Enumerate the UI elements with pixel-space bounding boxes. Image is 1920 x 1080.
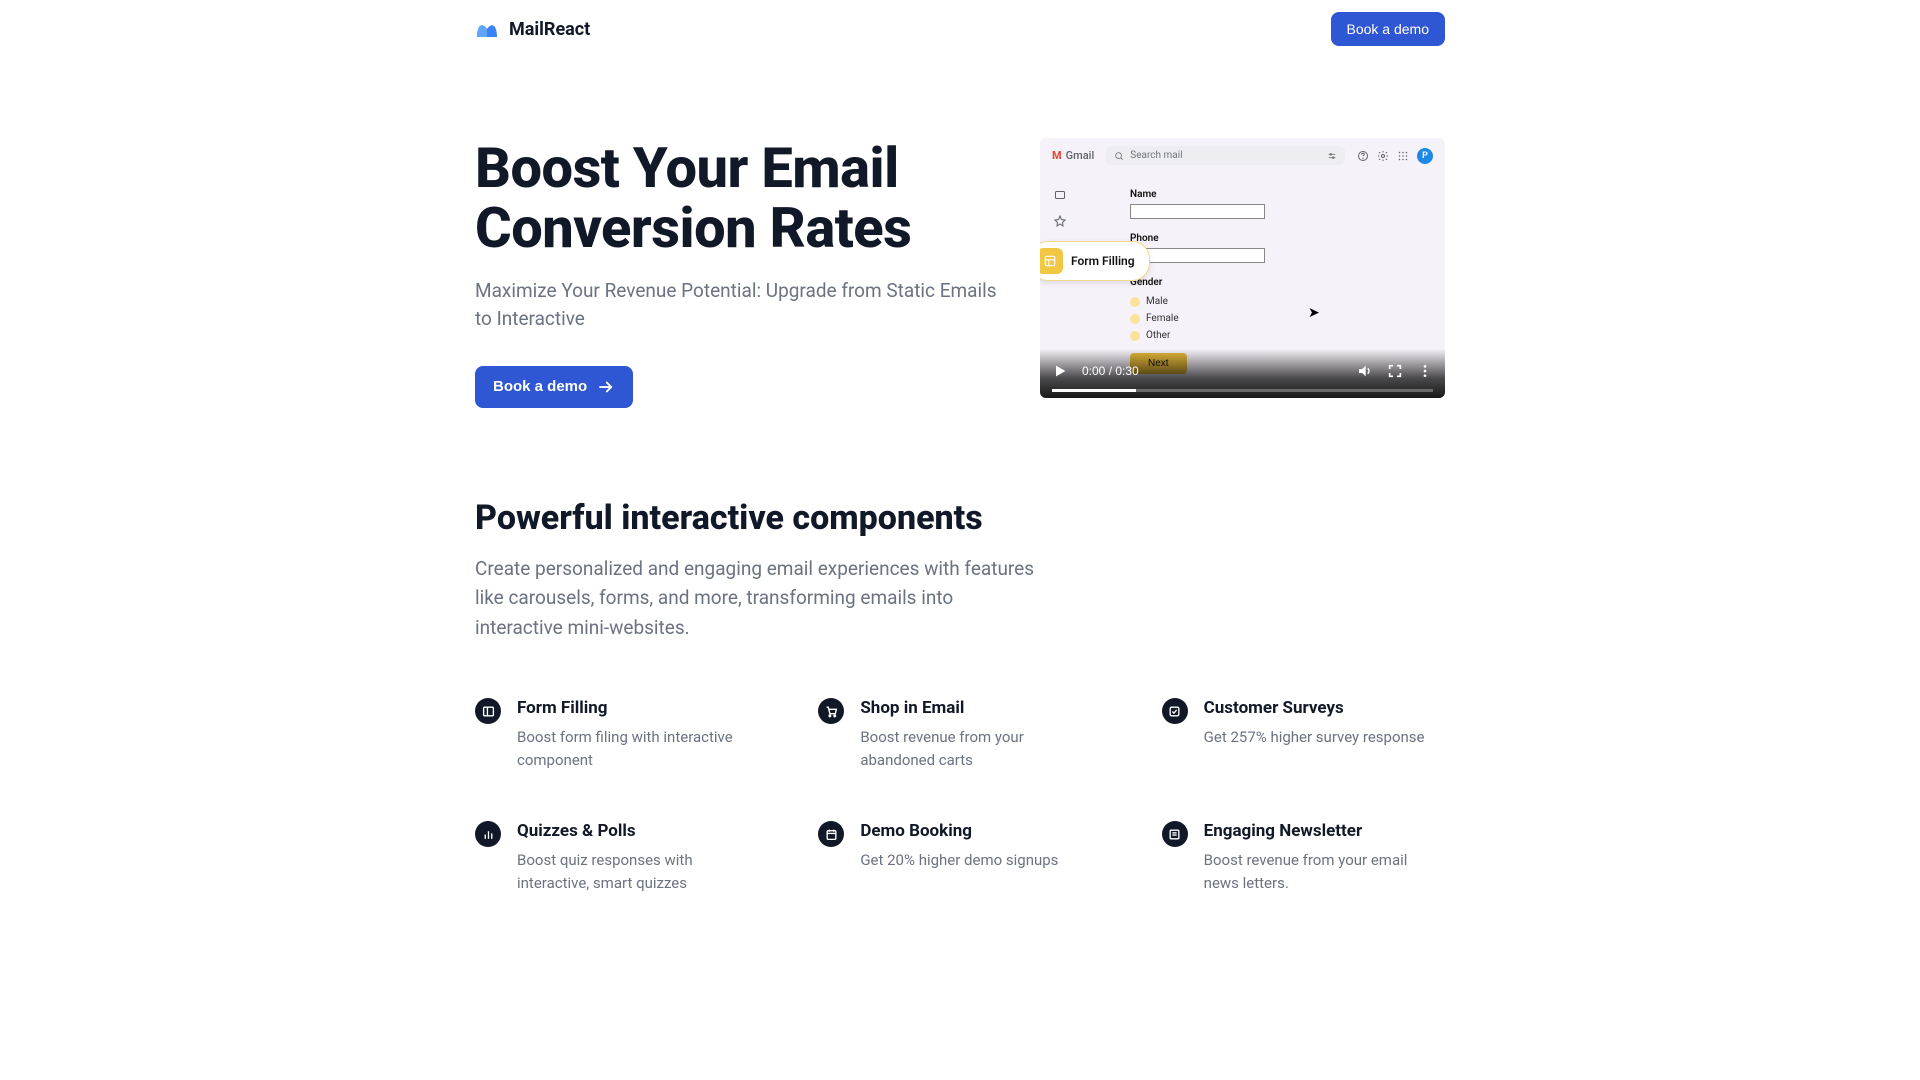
feature-form-filling: Form Filling Boost form filing with inte… xyxy=(475,698,758,771)
feature-surveys: Customer Surveys Get 257% higher survey … xyxy=(1162,698,1445,771)
radio-female: Female xyxy=(1130,313,1421,324)
feature-desc: Boost revenue from your abandoned carts xyxy=(860,726,1101,771)
feature-desc: Boost quiz responses with interactive, s… xyxy=(517,849,758,894)
newspaper-icon xyxy=(1168,828,1181,841)
navbar: MailReact Book a demo xyxy=(475,0,1445,58)
book-demo-button-hero[interactable]: Book a demo xyxy=(475,366,633,408)
help-icon xyxy=(1357,150,1369,162)
feature-newsletter: Engaging Newsletter Boost revenue from y… xyxy=(1162,821,1445,894)
video-progress[interactable] xyxy=(1052,389,1433,392)
cursor-icon: ➤ xyxy=(1308,305,1320,321)
feature-desc: Get 20% higher demo signups xyxy=(860,849,1058,872)
hero-title: Boost Your Email Conversion Rates xyxy=(475,138,1000,259)
radio-male: Male xyxy=(1130,296,1421,307)
hero-cta-label: Book a demo xyxy=(493,378,587,395)
feature-desc: Boost form filing with interactive compo… xyxy=(517,726,758,771)
form-icon xyxy=(1043,254,1057,268)
calendar-icon xyxy=(825,828,838,841)
feature-title: Demo Booking xyxy=(860,821,1058,841)
book-demo-button-nav[interactable]: Book a demo xyxy=(1331,12,1446,46)
feature-title: Quizzes & Polls xyxy=(517,821,758,841)
label-name: Name xyxy=(1130,189,1421,200)
gear-icon xyxy=(1377,150,1389,162)
radio-other: Other xyxy=(1130,330,1421,341)
logo[interactable]: MailReact xyxy=(475,17,590,41)
brand-name: MailReact xyxy=(509,19,590,40)
cart-icon xyxy=(825,705,838,718)
apps-icon xyxy=(1397,150,1409,162)
feature-title: Form Filling xyxy=(517,698,758,718)
feature-desc: Boost revenue from your email news lette… xyxy=(1204,849,1445,894)
gmail-search-placeholder: Search mail xyxy=(1130,150,1182,161)
chart-icon xyxy=(482,828,495,841)
demo-video[interactable]: M Gmail Search mail P xyxy=(1040,138,1445,398)
arrow-right-icon xyxy=(597,378,615,396)
gmail-label: Gmail xyxy=(1066,149,1095,162)
inbox-icon xyxy=(1054,189,1066,201)
feature-title: Engaging Newsletter xyxy=(1204,821,1445,841)
feature-title: Customer Surveys xyxy=(1204,698,1425,718)
search-icon xyxy=(1114,151,1124,161)
feature-title: Shop in Email xyxy=(860,698,1101,718)
input-phone xyxy=(1130,248,1265,263)
feature-shop-email: Shop in Email Boost revenue from your ab… xyxy=(818,698,1101,771)
feature-demo-booking: Demo Booking Get 20% higher demo signups xyxy=(818,821,1101,894)
star-icon xyxy=(1054,215,1066,227)
video-time: 0:00 / 0:30 xyxy=(1082,364,1139,378)
tune-icon xyxy=(1327,151,1337,161)
check-square-icon xyxy=(1168,705,1181,718)
gmail-logo: M Gmail xyxy=(1052,149,1094,162)
volume-icon[interactable] xyxy=(1357,363,1373,379)
chip-label: Form Filling xyxy=(1071,254,1135,268)
avatar: P xyxy=(1417,148,1433,164)
feature-desc: Get 257% higher survey response xyxy=(1204,726,1425,749)
more-icon[interactable] xyxy=(1417,363,1433,379)
components-section: Powerful interactive components Create p… xyxy=(475,498,1445,894)
hero-subtitle: Maximize Your Revenue Potential: Upgrade… xyxy=(475,277,1000,334)
label-gender: Gender xyxy=(1130,277,1421,288)
gmail-header: M Gmail Search mail P xyxy=(1040,138,1445,173)
panel-icon xyxy=(482,705,495,718)
email-form: Form Filling Name Phone Gender Male Fema… xyxy=(1080,173,1445,363)
section-title: Powerful interactive components xyxy=(475,498,1445,538)
input-name xyxy=(1130,204,1265,219)
fullscreen-icon[interactable] xyxy=(1387,363,1403,379)
hero: Boost Your Email Conversion Rates Maximi… xyxy=(475,58,1445,498)
section-subtitle: Create personalized and engaging email e… xyxy=(475,554,1035,642)
feature-quizzes: Quizzes & Polls Boost quiz responses wit… xyxy=(475,821,758,894)
form-filling-chip: Form Filling xyxy=(1040,241,1150,281)
label-phone: Phone xyxy=(1130,233,1421,244)
play-icon[interactable] xyxy=(1052,363,1068,379)
gmail-search: Search mail xyxy=(1106,146,1345,165)
logo-icon xyxy=(475,17,499,41)
video-controls[interactable]: 0:00 / 0:30 xyxy=(1040,349,1445,398)
